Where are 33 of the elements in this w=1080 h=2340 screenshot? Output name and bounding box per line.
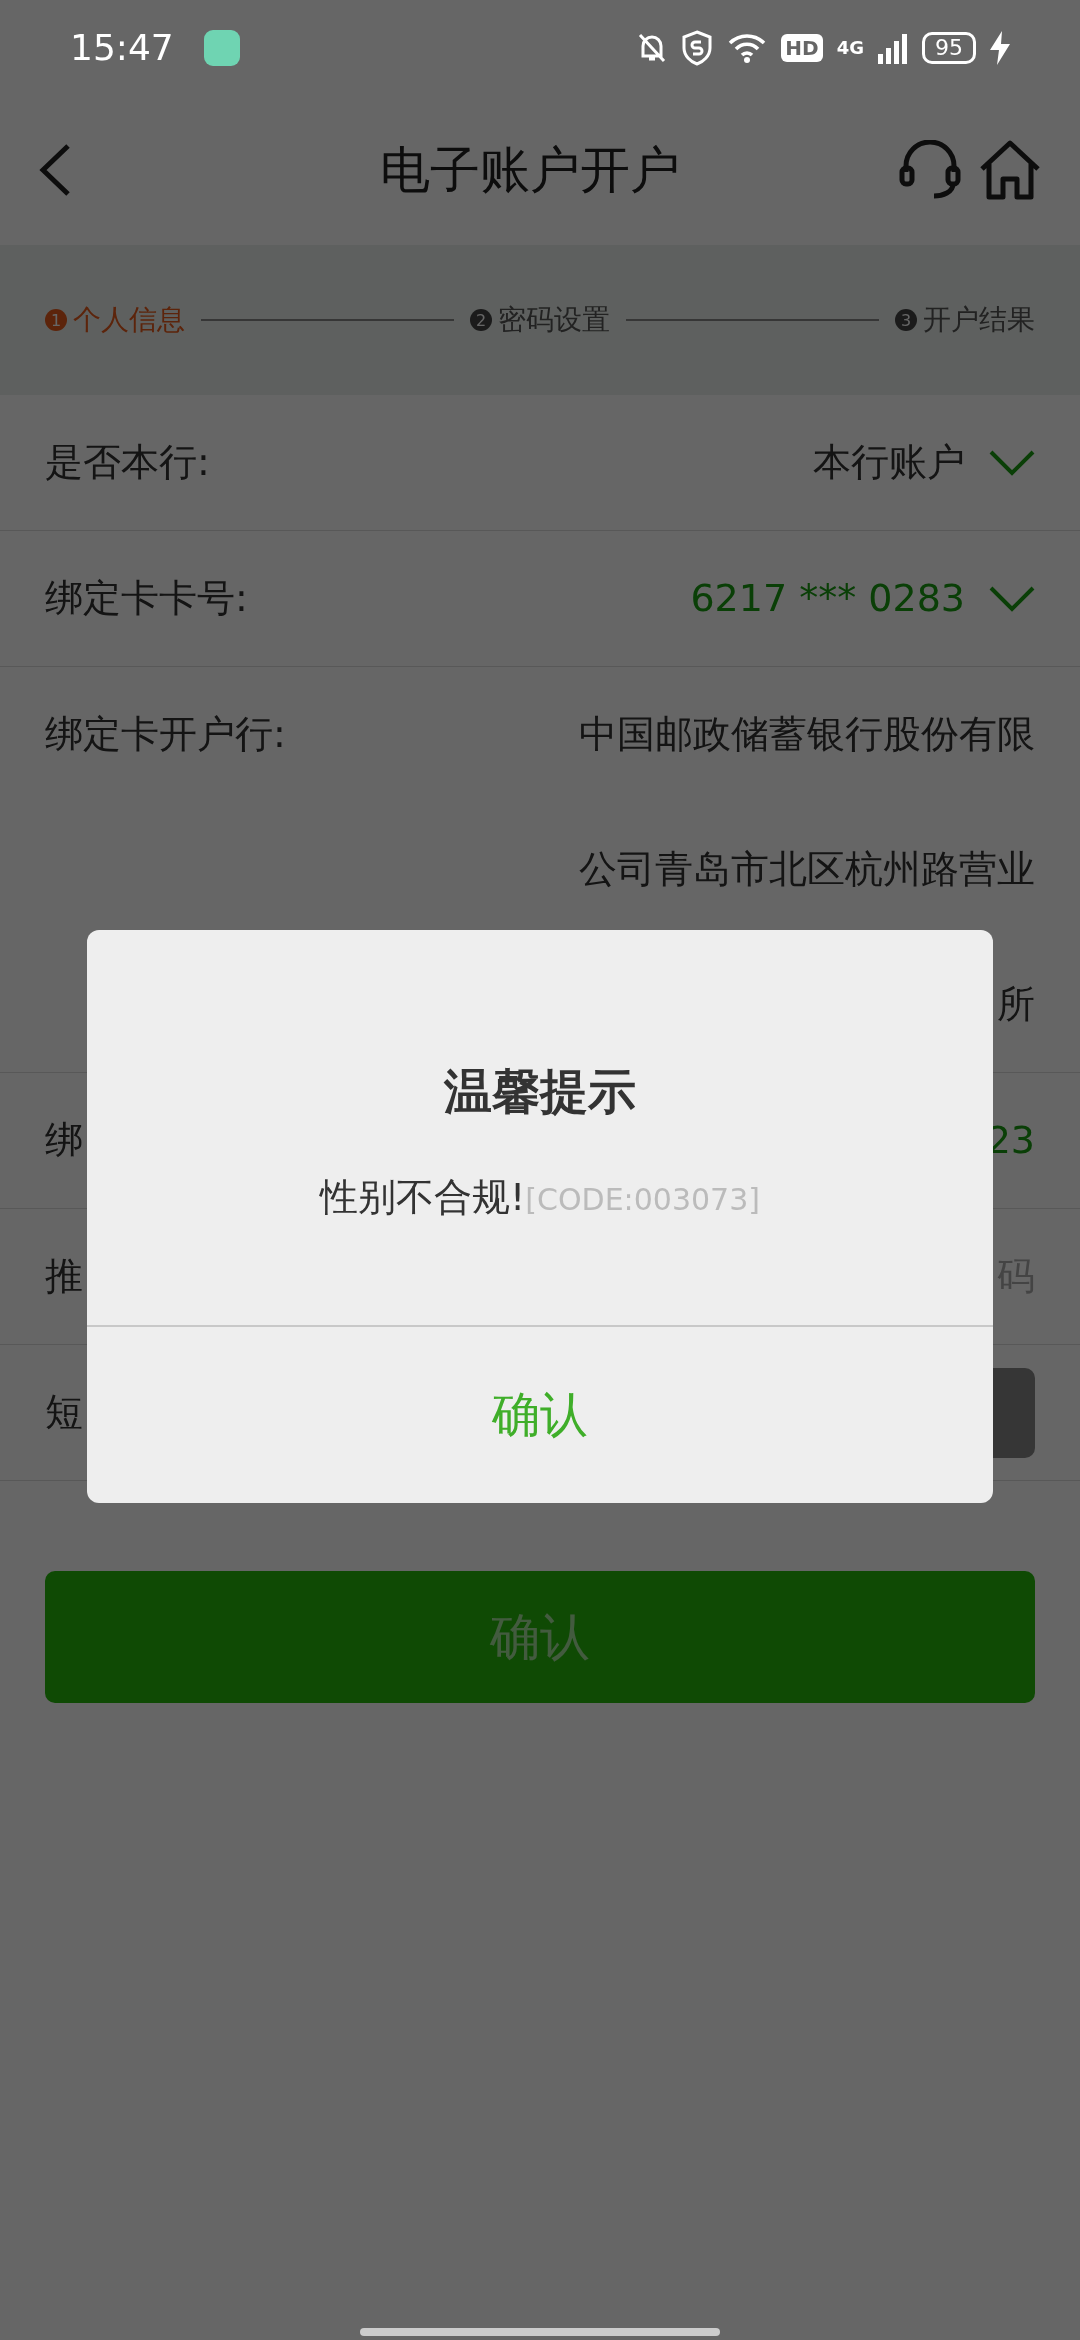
wifi-icon [727,31,768,64]
hd-badge: HD [781,33,823,62]
field-label: 绑定卡开户行: [45,711,286,758]
field-label: 绑 [45,1117,83,1164]
field-value: 中国邮政储蓄银行股份有限 [579,711,1035,758]
status-time: 15:47 [70,27,174,68]
dialog-confirm-button[interactable]: 确认 [87,1327,993,1503]
field-label: 短 [45,1389,83,1436]
step-label: 个人信息 [73,302,185,338]
step-label: 开户结果 [923,302,1035,338]
chevron-down-icon [989,585,1035,612]
field-value: 所 [997,981,1035,1028]
dialog-message: 性别不合规! [320,1175,526,1219]
step-label: 密码设置 [498,302,610,338]
field-value: 本行账户 [813,439,965,486]
dialog-title: 温馨提示 [444,1062,636,1121]
field-value: 6217 *** 0283 [690,575,965,622]
charging-icon [990,30,1010,65]
network-type: 4G [836,37,864,58]
app-notification-icon [203,29,240,66]
field-label: 是否本行: [45,439,210,486]
field-label: 绑定卡卡号: [45,575,248,622]
field-label: 推 [45,1253,83,1300]
shield-icon [681,29,714,66]
battery-level: 95 [922,31,976,64]
bell-off-icon [637,31,668,64]
step-number: 1 [45,309,67,331]
step-number: 3 [895,309,917,331]
signal-icon [878,31,908,64]
field-value: 公司青岛市北区杭州路营业 [579,846,1035,893]
page-title: 电子账户开户 [379,139,680,201]
step-number: 2 [470,309,492,331]
chevron-down-icon [989,449,1035,476]
